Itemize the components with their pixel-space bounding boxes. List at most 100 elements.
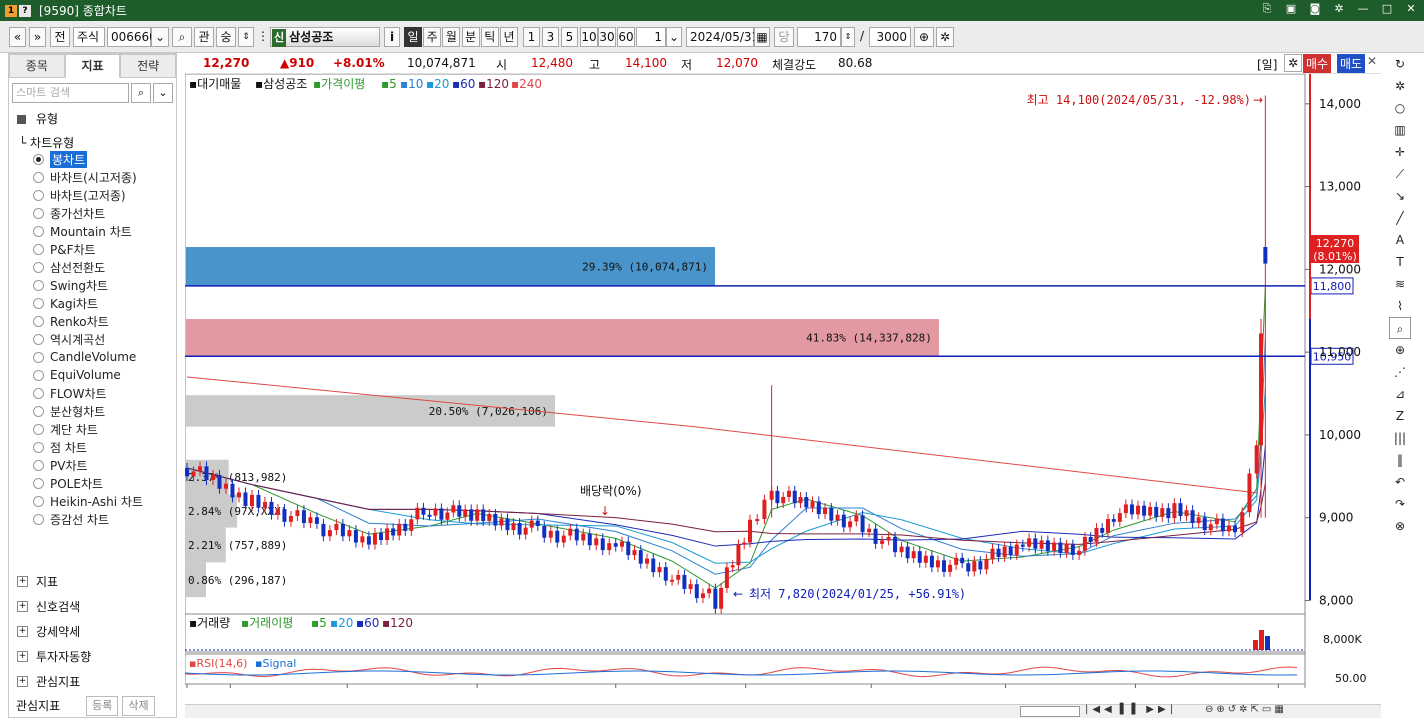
radio-icon[interactable] [33,207,44,219]
market-select[interactable]: 주식 [73,27,105,47]
period-tab-0[interactable]: 일 [404,27,422,47]
chart-type-option[interactable]: FLOW차트 [33,384,143,402]
grid-icon[interactable]: ||| [1389,427,1411,449]
line-tool-icon[interactable]: ⟋ [1389,163,1411,185]
maximize-icon[interactable]: □ [1380,2,1394,16]
interval-button-2[interactable]: 5 [561,27,578,47]
type-header[interactable]: 유형 [17,110,58,127]
smart-search-input[interactable]: 스마트 검색 [12,83,129,103]
chart-type-option[interactable]: 봉차트 [33,150,143,168]
refresh-icon[interactable]: ↻ [1389,53,1411,75]
expand-plus-icon[interactable]: + [17,601,28,612]
stock-code-input[interactable]: 006660 [107,27,157,47]
chart-settings-icon[interactable]: ✲ [1284,54,1302,72]
fibonacci-icon[interactable]: ≋ [1389,273,1411,295]
radio-icon[interactable] [33,333,44,345]
delete-button[interactable]: 삭제 [122,695,155,716]
radio-icon[interactable] [33,279,44,291]
search-icon[interactable]: ⌕ [131,83,151,103]
period-tab-3[interactable]: 분 [461,27,480,47]
chart-type-node[interactable]: └ 차트유형 [19,134,74,151]
circle-icon[interactable]: ○ [1389,97,1411,119]
chart-type-option[interactable]: Renko차트 [33,312,143,330]
period-tab-1[interactable]: 주 [423,27,442,47]
gear-icon[interactable]: ✲ [1332,2,1346,16]
info-button[interactable]: i [384,27,400,47]
price-chart[interactable]: 29.39% (10,074,871)41.83% (14,337,828)20… [184,73,1381,703]
pattern-icon[interactable]: ⌇ [1389,295,1411,317]
ray-tool-icon[interactable]: ↘ [1389,185,1411,207]
chart-type-option[interactable]: PV차트 [33,456,143,474]
calendar-icon[interactable]: ▦ [754,27,770,47]
gear-icon[interactable]: ✲ [1389,75,1411,97]
chart-type-option[interactable]: EquiVolume [33,366,143,384]
rise-button[interactable]: 숭 [216,27,236,47]
interval-button-4[interactable]: 30 [598,27,616,47]
expand-plus-icon[interactable]: + [17,676,28,687]
chart-type-option[interactable]: Heikin-Ashi 차트 [33,492,143,510]
chart-area[interactable]: 29.39% (10,074,871) 41.83% (14,337,828) 20… [184,73,1381,703]
interval-button-1[interactable]: 3 [542,27,559,47]
sell-button[interactable]: 매도 [1337,54,1366,73]
watch-button[interactable]: 관 [194,27,214,47]
chart-type-option[interactable]: Swing차트 [33,276,143,294]
radio-icon[interactable] [33,351,44,363]
info-bar-close-icon[interactable]: ✕ [1367,54,1377,68]
auto-icon[interactable]: A [1389,229,1411,251]
zigzag-icon[interactable]: Z [1389,405,1411,427]
current-button[interactable]: 당 [774,27,794,47]
radio-icon[interactable] [33,423,44,435]
radio-icon[interactable] [33,225,44,237]
scroll-track[interactable] [1020,706,1080,717]
indicator-group[interactable]: + 관심지표 [17,669,91,694]
chart-type-option[interactable]: Mountain 차트 [33,222,143,240]
window-icon[interactable]: ▣ [1284,2,1298,16]
minimize-icon[interactable]: — [1356,2,1370,16]
chart-type-option[interactable]: CandleVolume [33,348,143,366]
zoom-in-icon[interactable]: ⊕ [1389,339,1411,361]
radio-icon[interactable] [33,405,44,417]
camera-icon[interactable]: ◙ [1308,2,1322,16]
radio-icon[interactable] [33,171,44,183]
all-button[interactable]: 전 [50,27,70,47]
max-count-input[interactable]: 3000 [869,27,911,47]
date-input[interactable]: 2024/05/31 [686,27,759,47]
chart-type-option[interactable]: 증감선 차트 [33,510,143,528]
radio-icon[interactable] [33,513,44,525]
period-tab-5[interactable]: 년 [500,27,518,47]
chart-scroll-bar[interactable]: |◀◀▐▐ ▶▶| ⊖⊕↺✲⇱▭▦ [185,704,1381,718]
chart-type-option[interactable]: 종가선차트 [33,204,143,222]
period-tab-4[interactable]: 틱 [480,27,499,47]
pin-icon[interactable]: ⎘ [1260,2,1274,16]
radio-icon[interactable] [33,369,44,381]
radio-icon[interactable] [33,189,44,201]
interval-input[interactable]: 1 [636,27,666,47]
expand-plus-icon[interactable]: + [17,626,28,637]
count-input[interactable]: 170 [797,27,841,47]
radio-icon[interactable] [33,261,44,273]
zoom-icon[interactable]: ⊕ [914,27,934,47]
radio-icon[interactable] [33,477,44,489]
count-spinner-icon[interactable]: ⇕ [841,27,855,47]
chart-type-option[interactable]: POLE차트 [33,474,143,492]
radio-icon[interactable] [33,153,44,165]
interval-button-5[interactable]: 60 [617,27,635,47]
code-dropdown-icon[interactable]: ⌄ [151,27,169,47]
zoom-icon[interactable]: ⌕ [1389,317,1411,339]
chart-type-option[interactable]: 분산형차트 [33,402,143,420]
chart-type-option[interactable]: 바차트(고저종) [33,186,143,204]
radio-icon[interactable] [33,387,44,399]
chart-type-option[interactable]: P&F차트 [33,240,143,258]
chart-type-option[interactable]: 바차트(시고저종) [33,168,143,186]
left-tab-1[interactable]: 지표 [64,54,121,78]
playback-controls[interactable]: |◀◀▐▐ ▶▶| [1085,704,1177,715]
chart-type-option[interactable]: 삼선전환도 [33,258,143,276]
close-icon[interactable]: ✕ [1404,2,1418,16]
radio-icon[interactable] [33,441,44,453]
indicator-group[interactable]: + 신호검색 [17,594,91,619]
bars-icon[interactable]: ‖ [1389,449,1411,471]
chart-type-option[interactable]: 점 차트 [33,438,143,456]
radio-icon[interactable] [33,315,44,327]
redo-icon[interactable]: ↷ [1389,493,1411,515]
erase-icon[interactable]: ⊗ [1389,515,1411,537]
